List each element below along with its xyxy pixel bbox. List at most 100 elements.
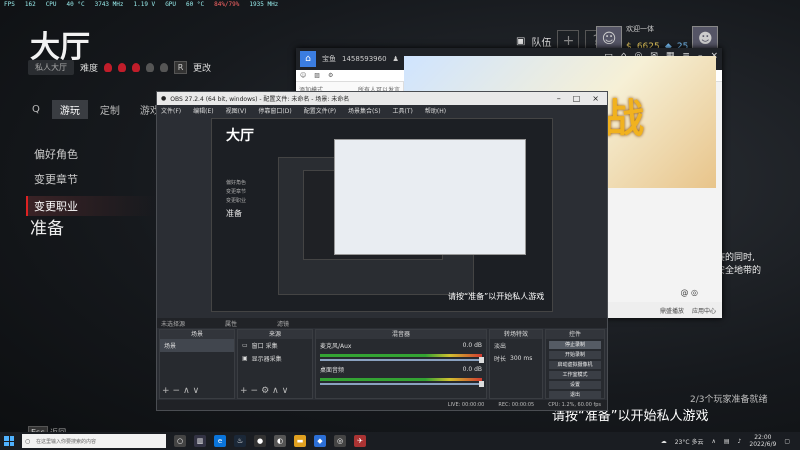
controls-dock: 控件 停止录制 开始录制 启动虚拟摄像机 工作室模式 设置 退出 <box>545 329 605 399</box>
clock-time: 22:00 <box>754 434 772 441</box>
transition-select[interactable]: 淡出 <box>490 339 542 352</box>
obs-menubar: 文件(F) 编辑(E) 视图(V) 停靠窗口(D) 配置文件(P) 场景集合(S… <box>157 105 607 116</box>
cpu-clock: 3743 MHz <box>94 1 124 8</box>
obs-status-bar: LIVE: 00:00:00 REC: 00:00:05 CPU: 1.2%, … <box>157 400 607 410</box>
windows-start-icon[interactable] <box>4 436 14 446</box>
tab-customize[interactable]: 定制 <box>92 100 128 119</box>
tab-play[interactable]: 游玩 <box>51 100 88 119</box>
audio-meter <box>320 378 482 381</box>
menu-view[interactable]: 视图(V) <box>226 106 247 115</box>
filters-button[interactable]: 滤镜 <box>277 319 289 328</box>
close-icon[interactable]: × <box>592 94 599 103</box>
menu-help[interactable]: 帮助(H) <box>425 106 446 115</box>
minimize-icon[interactable]: – <box>557 94 561 103</box>
network-icon[interactable]: ▤ <box>724 438 730 445</box>
gpu-load: 84%/79% <box>214 1 240 8</box>
volume-slider[interactable] <box>320 357 484 363</box>
bottom-right-link[interactable]: 应用中心 <box>692 306 716 315</box>
app-icon[interactable]: ◐ <box>274 435 286 447</box>
menu-scene-collection[interactable]: 场景集合(S) <box>348 106 381 115</box>
mixer-track-label: 麦克风/Aux <box>320 343 352 350</box>
obs-title: OBS 27.2.4 (64 bit, windows) - 配置文件: 未命名… <box>170 96 350 103</box>
mixer-track-label: 桌面音频 <box>320 367 345 374</box>
stop-recording-button[interactable]: 停止录制 <box>549 341 601 349</box>
chat-tab[interactable]: 宝鱼 <box>322 54 336 64</box>
app-icon[interactable]: ◎ <box>334 435 346 447</box>
change-difficulty-button[interactable]: 更改 <box>193 61 211 74</box>
home-icon[interactable]: ⌂ <box>300 51 316 67</box>
start-recording-button[interactable]: 开始录制 <box>549 351 601 359</box>
nested-ready: 准备 <box>226 209 242 218</box>
settings-button[interactable]: 设置 <box>549 381 601 389</box>
image-icon[interactable]: ▨ <box>314 72 320 79</box>
menu-tools[interactable]: 工具(T) <box>393 106 413 115</box>
edge-icon[interactable]: e <box>214 435 226 447</box>
audio-meter <box>320 354 482 357</box>
duration-row: 时长 300 ms <box>490 352 542 365</box>
tab-q[interactable]: Q <box>24 102 48 117</box>
volume-slider[interactable] <box>320 381 484 387</box>
no-source-label: 未选择源 <box>161 320 186 328</box>
taskbar-search-input[interactable]: 在这里输入你要搜索的内容 <box>22 434 166 448</box>
system-tray: ☁ 23°C 多云 ∧ ▤ ♪ 22:00 2022/6/9 ▢ <box>661 434 800 448</box>
member-icon: ♟ <box>392 55 399 63</box>
app-icon[interactable]: ◆ <box>314 435 326 447</box>
scene-item[interactable]: 场景 <box>160 339 234 352</box>
menu-edit[interactable]: 编辑(E) <box>193 106 213 115</box>
studio-mode-button[interactable]: 工作室模式 <box>549 371 601 379</box>
obs-preview[interactable]: 大厅 偏好角色 变更章节 变更职业 准备 请按“准备”以开始私人游戏 <box>211 118 553 312</box>
scene-controls[interactable]: +−∧∨ <box>162 386 202 396</box>
mixer-track-db: 0.0 dB <box>462 366 482 373</box>
app-icon[interactable]: ✈ <box>354 435 366 447</box>
weather-icon: ☁ <box>660 437 667 445</box>
duration-input[interactable]: 300 ms <box>510 355 532 362</box>
menu-change-chapter[interactable]: 变更章节 <box>26 171 156 187</box>
nested-chat-window <box>334 139 526 255</box>
difficulty-label: 难度 <box>80 64 99 74</box>
menu-change-class[interactable]: 变更职业 <box>26 196 156 216</box>
source-item[interactable]: ▭ 窗口 采集 <box>238 339 312 352</box>
steam-icon[interactable]: ♨ <box>234 435 246 447</box>
controls-header: 控件 <box>546 330 604 339</box>
notification-icon[interactable]: ▢ <box>784 438 790 445</box>
tray-expand-icon[interactable]: ∧ <box>711 438 715 445</box>
task-view-icon[interactable]: ○ <box>174 435 186 447</box>
obs-icon[interactable]: ● <box>254 435 266 447</box>
skull-icon <box>146 63 155 72</box>
gpu-temp: 60 °C <box>186 1 205 8</box>
obs-titlebar: ● OBS 27.2.4 (64 bit, windows) - 配置文件: 未… <box>157 92 607 105</box>
team-icon: ▣ <box>516 35 526 47</box>
virtual-camera-button[interactable]: 启动虚拟摄像机 <box>549 361 601 369</box>
rec-status: REC: 00:00:05 <box>498 402 535 408</box>
ready-button[interactable]: 准备 <box>30 214 64 239</box>
obs-logo-icon: ● <box>161 95 167 102</box>
volume-icon[interactable]: ♪ <box>738 438 742 445</box>
skull-icon <box>132 63 141 72</box>
properties-button[interactable]: 属性 <box>225 319 237 328</box>
folder-icon[interactable]: ▬ <box>294 435 306 447</box>
bottom-left-link[interactable]: 鼎盛播放 <box>660 306 684 315</box>
maximize-icon[interactable]: □ <box>573 94 581 103</box>
tip-text: 赛的同时, 安全地带的 <box>716 252 761 278</box>
nested-menu: 偏好角色 变更章节 变更职业 准备 <box>226 179 246 218</box>
menu-docks[interactable]: 停靠窗口(D) <box>258 106 291 115</box>
emoji-icon[interactable]: ☺ <box>300 72 306 79</box>
cpu-label: CPU <box>45 1 57 8</box>
banner-text: 战 <box>604 96 644 142</box>
weather-text[interactable]: 23°C 多云 <box>675 437 704 446</box>
gpu-label: GPU <box>165 1 177 8</box>
menu-file[interactable]: 文件(F) <box>161 106 181 115</box>
menu-profile[interactable]: 配置文件(P) <box>304 106 336 115</box>
app-icon[interactable]: ▥ <box>194 435 206 447</box>
source-item[interactable]: ▣ 显示器采集 <box>238 352 312 365</box>
exit-button[interactable]: 退出 <box>549 391 601 399</box>
menu-preferred-character[interactable]: 偏好角色 <box>26 146 156 162</box>
source-controls[interactable]: +−⚙∧∨ <box>240 386 291 396</box>
fps-value: 162 <box>24 1 36 8</box>
clock[interactable]: 22:00 2022/6/9 <box>749 434 776 448</box>
transitions-dock: 转场特效 淡出 时长 300 ms <box>489 329 543 399</box>
live-status: LIVE: 00:00:00 <box>447 402 485 408</box>
settings-icon[interactable]: ⚙ <box>328 72 333 79</box>
team-label[interactable]: 队伍 <box>531 34 551 49</box>
lobby-settings-row: 私人大厅 难度 R 更改 <box>28 60 211 75</box>
